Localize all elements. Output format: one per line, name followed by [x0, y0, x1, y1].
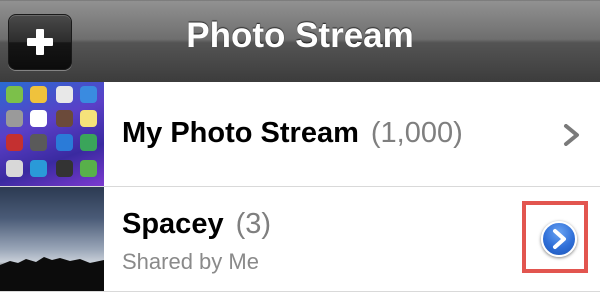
page-title: Photo Stream [186, 16, 414, 55]
list-item-spacey[interactable]: Spacey (3) Shared by Me [0, 187, 600, 292]
album-thumbnail [0, 82, 104, 186]
chevron-right-icon [564, 124, 579, 146]
album-name: My Photo Stream [122, 117, 359, 149]
list-item-my-photo-stream[interactable]: My Photo Stream (1,000) [0, 82, 600, 187]
row-title: My Photo Stream (1,000) [122, 117, 463, 150]
photo-count: (1,000) [370, 117, 463, 149]
highlight-box [522, 201, 588, 273]
detail-disclosure-button[interactable] [541, 221, 577, 257]
navigation-bar: Photo Stream [0, 0, 600, 83]
row-title: Spacey (3) [122, 208, 271, 241]
photo-count: (3) [235, 208, 272, 240]
album-thumbnail [0, 187, 104, 291]
shared-status: Shared by Me [122, 249, 259, 274]
album-name: Spacey [122, 208, 224, 240]
chevron-right-icon [553, 229, 566, 249]
